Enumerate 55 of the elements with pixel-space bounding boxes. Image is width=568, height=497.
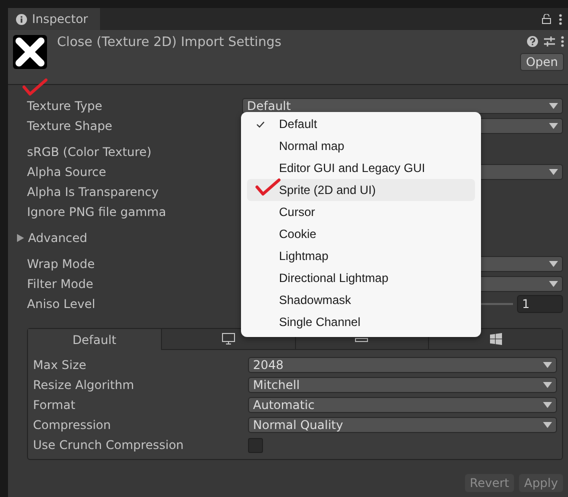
open-button[interactable]: Open — [520, 53, 564, 71]
dropdown-field[interactable]: Normal Quality — [248, 417, 557, 433]
more-icon[interactable] — [561, 36, 564, 47]
menu-item[interactable]: Single Channel — [247, 311, 475, 333]
lock-icon[interactable] — [542, 14, 551, 24]
property-label: Compression — [33, 418, 112, 432]
menu-item[interactable]: Normal map — [247, 135, 475, 157]
info-icon — [16, 14, 27, 24]
windows-icon — [490, 333, 502, 345]
menu-item[interactable]: Directional Lightmap — [247, 267, 475, 289]
property-label: Wrap Mode — [27, 257, 96, 271]
property-label: Resize Algorithm — [33, 378, 136, 392]
dropdown-field[interactable]: Default — [242, 98, 563, 114]
advanced-foldout[interactable]: Advanced — [28, 231, 243, 245]
dropdown-arrow-icon — [543, 362, 552, 368]
menu-item[interactable]: Sprite (2D and UI) — [247, 179, 475, 201]
inspector-tab[interactable]: Inspector — [8, 8, 100, 30]
property-label: Alpha Is Transparency — [27, 185, 160, 199]
sliders-icon[interactable] — [544, 36, 555, 47]
number-field[interactable]: 1 — [517, 295, 563, 313]
dropdown-arrow-icon — [549, 103, 558, 109]
more-icon[interactable] — [559, 14, 562, 24]
monitor-icon — [222, 333, 235, 345]
cross-thumbnail-icon — [13, 35, 47, 69]
property-label: Max Size — [33, 358, 88, 372]
property-label: Filter Mode — [27, 277, 94, 291]
dropdown-arrow-icon — [549, 169, 558, 175]
menu-item[interactable]: Cookie — [247, 223, 475, 245]
property-label: Texture Shape — [27, 119, 114, 133]
property-label: Format — [33, 398, 76, 412]
dropdown-arrow-icon — [549, 123, 558, 129]
property-label: Use Crunch Compression — [33, 438, 185, 452]
collapsed-arrow-icon[interactable] — [17, 234, 24, 242]
dropdown-arrow-icon — [543, 422, 552, 428]
import-settings-title: Close (Texture 2D) Import Settings — [57, 35, 282, 52]
menu-item[interactable]: Shadowmask — [247, 289, 475, 311]
menu-item[interactable]: Lightmap — [247, 245, 475, 267]
property-label: Aniso Level — [27, 297, 96, 311]
dropdown-arrow-icon — [543, 382, 552, 388]
dropdown-arrow-icon — [549, 281, 558, 287]
checkbox[interactable] — [248, 438, 263, 452]
device-icon — [355, 336, 368, 342]
help-icon[interactable] — [527, 36, 538, 47]
menu-item[interactable]: Cursor — [247, 201, 475, 223]
property-label: Ignore PNG file gamma — [27, 205, 168, 219]
menu-item[interactable]: Default — [247, 113, 475, 135]
dropdown-field[interactable]: 2048 — [248, 357, 557, 373]
menu-item[interactable]: Editor GUI and Legacy GUI — [247, 157, 475, 179]
property-label: sRGB (Color Texture) — [27, 145, 152, 159]
dropdown-arrow-icon — [543, 402, 552, 408]
dropdown-field[interactable]: Automatic — [248, 397, 557, 413]
property-label: Texture Type — [27, 99, 104, 113]
dropdown-field[interactable]: Mitchell — [248, 377, 557, 393]
property-label: Alpha Source — [27, 165, 108, 179]
dropdown-arrow-icon — [549, 261, 558, 267]
